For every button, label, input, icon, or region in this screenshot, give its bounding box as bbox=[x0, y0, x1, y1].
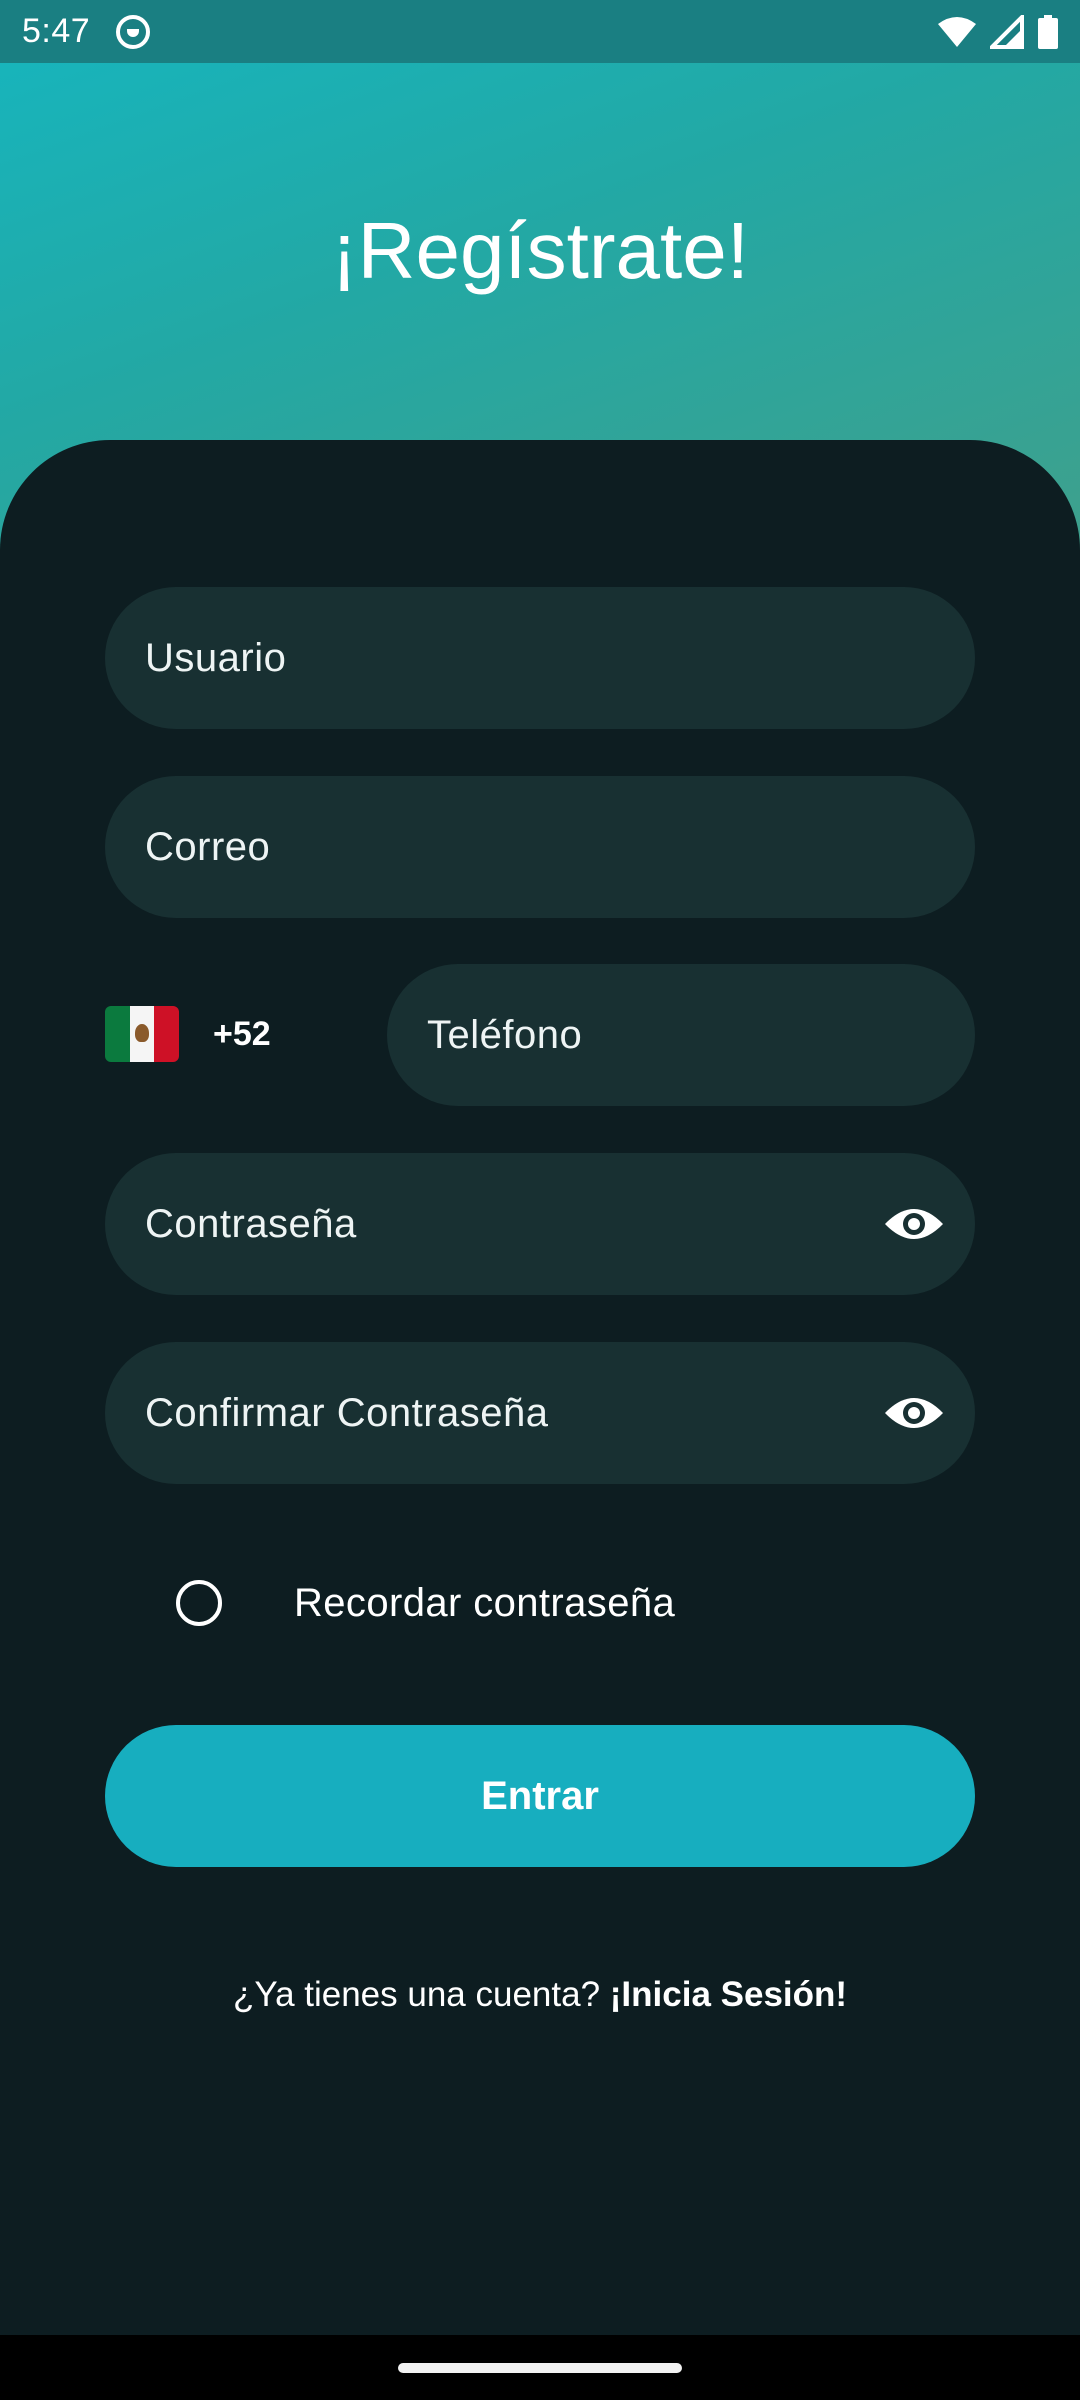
wifi-icon bbox=[938, 16, 976, 47]
status-time: 5:47 bbox=[22, 12, 91, 50]
password-placeholder: Contraseña bbox=[145, 1201, 357, 1246]
show-confirm-password-eye-icon[interactable] bbox=[883, 1385, 945, 1441]
page-title: ¡Regístrate! bbox=[331, 206, 749, 295]
submit-button[interactable]: Entrar bbox=[105, 1725, 975, 1867]
status-bar: 5:47 bbox=[0, 0, 1080, 63]
battery-icon bbox=[1038, 14, 1058, 49]
mexico-flag-icon bbox=[105, 1006, 179, 1062]
home-indicator[interactable] bbox=[398, 2363, 682, 2373]
username-field[interactable]: Usuario bbox=[105, 587, 975, 729]
dial-code: +52 bbox=[213, 1014, 271, 1053]
phone-field[interactable]: Teléfono bbox=[387, 964, 975, 1106]
username-placeholder: Usuario bbox=[145, 635, 287, 680]
confirm-password-field[interactable]: Confirmar Contraseña bbox=[105, 1342, 975, 1484]
app-notification-icon bbox=[116, 14, 151, 49]
login-prompt-text: ¿Ya tienes una cuenta? bbox=[232, 1975, 610, 2014]
email-field[interactable]: Correo bbox=[105, 776, 975, 918]
password-field[interactable]: Contraseña bbox=[105, 1153, 975, 1295]
status-icons bbox=[938, 0, 1058, 63]
email-placeholder: Correo bbox=[145, 824, 271, 869]
login-prompt: ¿Ya tienes una cuenta? ¡Inicia Sesión! bbox=[0, 1975, 1080, 2015]
signal-icon bbox=[990, 14, 1024, 49]
remember-password-radio[interactable] bbox=[176, 1580, 222, 1626]
login-link[interactable]: ¡Inicia Sesión! bbox=[610, 1975, 847, 2014]
remember-password-label: Recordar contraseña bbox=[294, 1580, 676, 1625]
country-code-selector[interactable]: +52 bbox=[105, 963, 271, 1105]
confirm-password-placeholder: Confirmar Contraseña bbox=[145, 1390, 549, 1435]
phone-placeholder: Teléfono bbox=[427, 1012, 583, 1057]
remember-password-option[interactable]: Recordar contraseña bbox=[176, 1578, 675, 1628]
show-password-eye-icon[interactable] bbox=[883, 1196, 945, 1252]
